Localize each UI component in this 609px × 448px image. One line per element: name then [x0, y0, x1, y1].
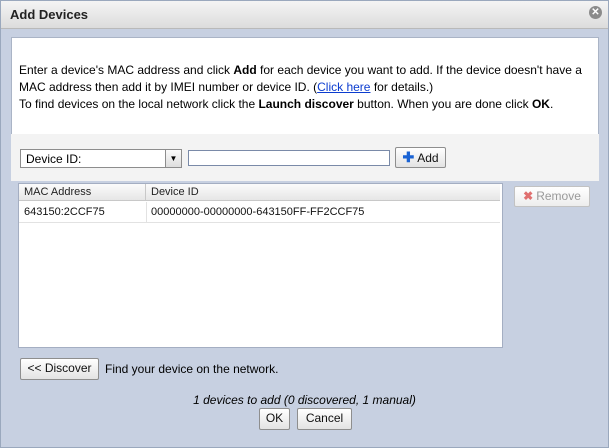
details-link[interactable]: Click here: [317, 80, 370, 94]
plus-icon: ✚: [402, 149, 415, 165]
column-header-mac[interactable]: MAC Address: [19, 184, 146, 201]
instructions-line-3: To find devices on the local network cli…: [19, 97, 554, 111]
instructions-line-2: MAC address then add it by IMEI number o…: [19, 80, 434, 94]
dialog-titlebar[interactable]: Add Devices ✕: [1, 1, 608, 29]
devices-table: MAC Address Device ID 643150:2CCF75 0000…: [18, 183, 503, 348]
discover-button[interactable]: << Discover: [20, 358, 99, 380]
remove-x-icon: ✖: [523, 189, 534, 203]
add-button[interactable]: ✚ Add: [395, 147, 446, 168]
cell-device-id: 00000000-00000000-643150FF-FF2CCF75: [151, 206, 365, 218]
remove-button[interactable]: ✖ Remove: [514, 186, 590, 207]
add-device-bar: Device ID: ▼ ✚ Add: [11, 134, 599, 181]
cancel-button[interactable]: Cancel: [297, 408, 352, 430]
table-row[interactable]: 643150:2CCF75 00000000-00000000-643150FF…: [19, 202, 500, 223]
add-devices-dialog: Add Devices ✕ Enter a device's MAC addre…: [0, 0, 609, 448]
instructions-panel: Enter a device's MAC address and click A…: [11, 37, 599, 135]
column-header-device-id[interactable]: Device ID: [146, 184, 500, 201]
column-divider: [146, 202, 147, 223]
chevron-down-icon[interactable]: ▼: [165, 150, 181, 167]
device-id-input[interactable]: [188, 150, 390, 166]
devices-summary: 1 devices to add (0 discovered, 1 manual…: [193, 393, 416, 407]
cell-mac: 643150:2CCF75: [24, 206, 105, 218]
close-icon[interactable]: ✕: [589, 6, 602, 19]
instructions-line-1: Enter a device's MAC address and click A…: [19, 63, 582, 77]
discover-hint: Find your device on the network.: [105, 362, 279, 376]
ok-button[interactable]: OK: [259, 408, 290, 430]
dialog-title: Add Devices: [10, 7, 89, 22]
id-type-select[interactable]: Device ID: ▼: [20, 149, 182, 168]
id-type-selected-value: Device ID:: [26, 152, 82, 166]
